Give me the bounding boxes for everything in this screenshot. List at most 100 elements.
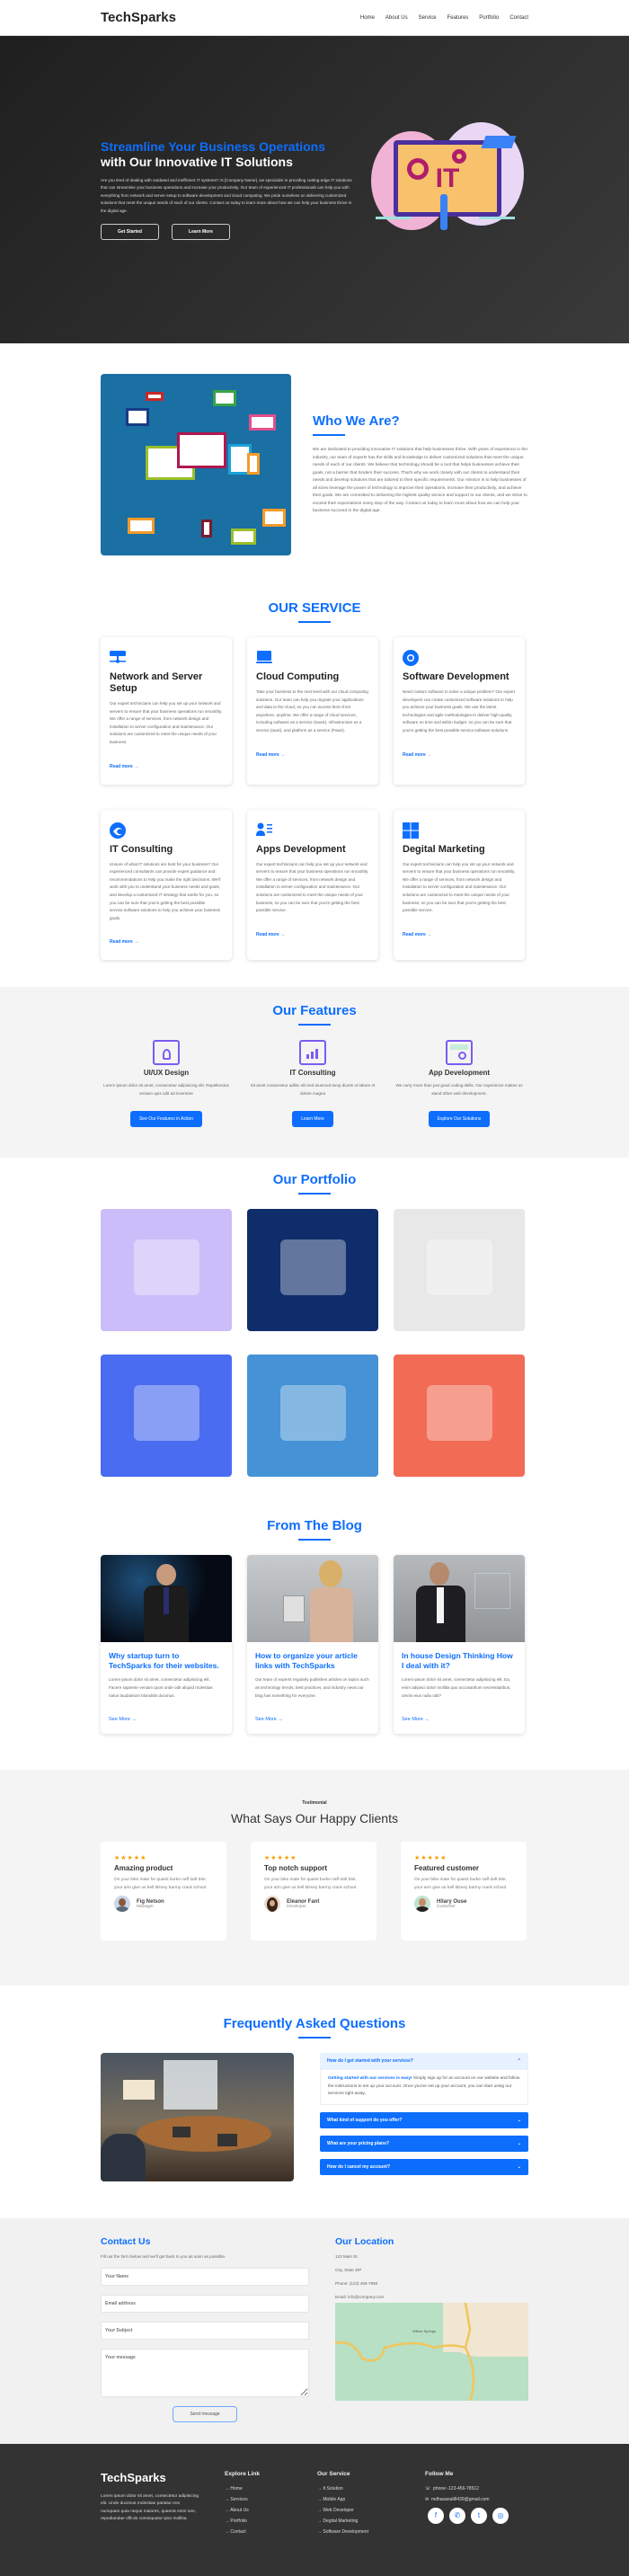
faq-answer-bold: Getting started with our services is eas… [328, 2076, 412, 2082]
name-field[interactable] [101, 2267, 309, 2286]
design-tool-icon [153, 1040, 180, 1066]
nav-features[interactable]: Features [447, 15, 469, 21]
read-more-link[interactable]: Read more → [256, 932, 285, 937]
footer-logo[interactable]: TechSparks [101, 2471, 225, 2484]
facebook-icon[interactable]: f [428, 2507, 444, 2524]
learn-more-button[interactable]: Learn More [292, 1111, 333, 1128]
email-text: Email: info@company.com [335, 2294, 385, 2299]
services-section: OUR SERVICE Network and Server Setup Our… [0, 591, 629, 987]
title-underline [298, 1539, 331, 1541]
footer-link-about[interactable]: → About Us [225, 2508, 317, 2513]
explore-solutions-button[interactable]: Explore Our Solutions [428, 1111, 491, 1128]
get-started-button[interactable]: Get Started [101, 224, 159, 241]
avatar [414, 1896, 430, 1913]
hero-illustration: IT [367, 118, 528, 262]
footer-service-web-developer[interactable]: → Web Developer [317, 2508, 425, 2513]
illustration-shape [426, 1239, 492, 1295]
chevron-down-icon: ⌄ [517, 2163, 521, 2170]
follow-title: Follow Me [425, 2470, 454, 2477]
portfolio-section: Our Portfolio [0, 1158, 629, 1504]
social-links: f ✆ t ◎ [428, 2507, 509, 2524]
blog-post-title[interactable]: Why startup turn to TechSparks for their… [109, 1651, 224, 1671]
footer-service-digital-marketing[interactable]: → Degital Marketing [317, 2518, 425, 2524]
read-more-link[interactable]: Read more → [110, 764, 138, 769]
footer-service-software-development[interactable]: → Software Development [317, 2529, 425, 2535]
footer-link-services[interactable]: → Services [225, 2497, 317, 2502]
phone-icon: ☏ [425, 2485, 431, 2492]
faq-question-text: What are your pricing plans? [327, 2140, 389, 2146]
faq-question[interactable]: How do I cancel my account? ⌄ [320, 2158, 528, 2175]
location-map[interactable]: Wilbur Springs [335, 2302, 528, 2401]
star-rating: ★★★★★ [264, 1855, 297, 1862]
message-field[interactable] [101, 2348, 309, 2397]
service-card: IT Consulting Unsure of what IT solution… [101, 809, 232, 961]
read-more-link[interactable]: Read more → [256, 752, 285, 758]
testimonial-text: On your bike mate for quaint burke naff … [264, 1878, 358, 1891]
email-field[interactable] [101, 2294, 309, 2313]
read-more-link[interactable]: Read more → [403, 932, 431, 937]
blog-post-title[interactable]: In house Design Thinking How I deal with… [402, 1651, 517, 1671]
footer-service-mobile-app[interactable]: → Mobile App [317, 2497, 425, 2502]
phone-text: Phone: (123) 456-7890 [335, 2280, 378, 2286]
read-more-link[interactable]: Read more → [403, 752, 431, 758]
nav-about[interactable]: About Us [385, 15, 408, 21]
see-features-button[interactable]: See Our Features in Action [129, 1111, 203, 1128]
site-logo[interactable]: TechSparks [101, 10, 176, 25]
testimonial-text: On your bike mate for quaint burke naff … [414, 1878, 508, 1891]
footer-service-title: Our Service [317, 2470, 350, 2477]
footer-link-contact[interactable]: → Contact [225, 2529, 317, 2535]
learn-more-button[interactable]: Learn More [172, 224, 230, 241]
main-nav: Home About Us Service Features Portfolio… [360, 15, 528, 21]
see-more-link[interactable]: See More → [255, 1717, 283, 1722]
footer-service-it-solution[interactable]: → It Solution [317, 2486, 425, 2492]
service-card: Apps Development Our expert technicians … [247, 809, 378, 961]
site-header: TechSparks Home About Us Service Feature… [0, 0, 629, 36]
nav-contact[interactable]: Contact [509, 15, 528, 21]
nav-portfolio[interactable]: Portfolio [479, 15, 499, 21]
faq-question[interactable]: What kind of support do you offer? ⌄ [320, 2111, 528, 2128]
testimonial-card: ★★★★★ Amazing product On your bike mate … [101, 1842, 226, 1941]
service-text: Take your business to the next level wit… [256, 689, 368, 733]
services-title: OUR SERVICE [268, 600, 361, 616]
office-work-illustration[interactable] [394, 1209, 525, 1332]
footer-link-portfolio[interactable]: → Portfolio [225, 2518, 317, 2524]
blog-card: How to organize your article links with … [247, 1555, 378, 1735]
title-underline [298, 1193, 331, 1195]
mobile-gear-icon [446, 1040, 473, 1066]
feature-title: App Development [428, 1069, 490, 1078]
illustration-shape [426, 1385, 492, 1441]
instagram-icon[interactable]: ◎ [492, 2507, 509, 2524]
send-message-button[interactable]: Send message [173, 2405, 237, 2422]
footer-email[interactable]: ✉ mdhasanali8439@gmail.com [425, 2497, 509, 2502]
client-role: Manager [137, 1904, 154, 1909]
nav-service[interactable]: Service [419, 15, 437, 21]
testimonial-title: Featured customer [414, 1864, 480, 1873]
blog-post-title[interactable]: How to organize your article links with … [255, 1651, 370, 1671]
contact-section: Contact Us Fill out the form below and w… [0, 2217, 629, 2444]
desk-worker-illustration[interactable] [394, 1355, 525, 1478]
faq-question-text: What kind of support do you offer? [327, 2117, 403, 2123]
title-underline [298, 2037, 331, 2039]
faq-question[interactable]: What are your pricing plans? ⌄ [320, 2135, 528, 2152]
subject-field[interactable] [101, 2321, 309, 2340]
star-rating: ★★★★★ [114, 1855, 147, 1862]
read-more-link[interactable]: Read more → [110, 939, 138, 945]
hero-title: Streamline Your Business Operations with… [101, 139, 352, 170]
see-more-link[interactable]: See More → [109, 1717, 137, 1722]
explore-title: Explore Link [225, 2470, 261, 2477]
address-line-2: City, State ZIP [335, 2267, 362, 2272]
footer-link-home[interactable]: → Home [225, 2486, 317, 2492]
faq-question-open[interactable]: How do I get started with your services?… [320, 2053, 528, 2070]
see-more-link[interactable]: See More → [402, 1717, 430, 1722]
twitter-icon[interactable]: t [471, 2507, 487, 2524]
nav-home[interactable]: Home [360, 15, 375, 21]
isometric-web-illustration[interactable] [247, 1355, 378, 1478]
hero-description: Are you tired of dealing with outdated a… [101, 177, 352, 213]
web-team-illustration[interactable] [101, 1209, 232, 1332]
digital-apps-illustration[interactable] [247, 1209, 378, 1332]
video-call-illustration[interactable] [101, 1355, 232, 1478]
whatsapp-icon[interactable]: ✆ [449, 2507, 465, 2524]
faq-title: Frequently Asked Questions [223, 2016, 406, 2032]
client-name: Hilary Ouse [437, 1898, 467, 1905]
chrome-icon [403, 650, 419, 666]
